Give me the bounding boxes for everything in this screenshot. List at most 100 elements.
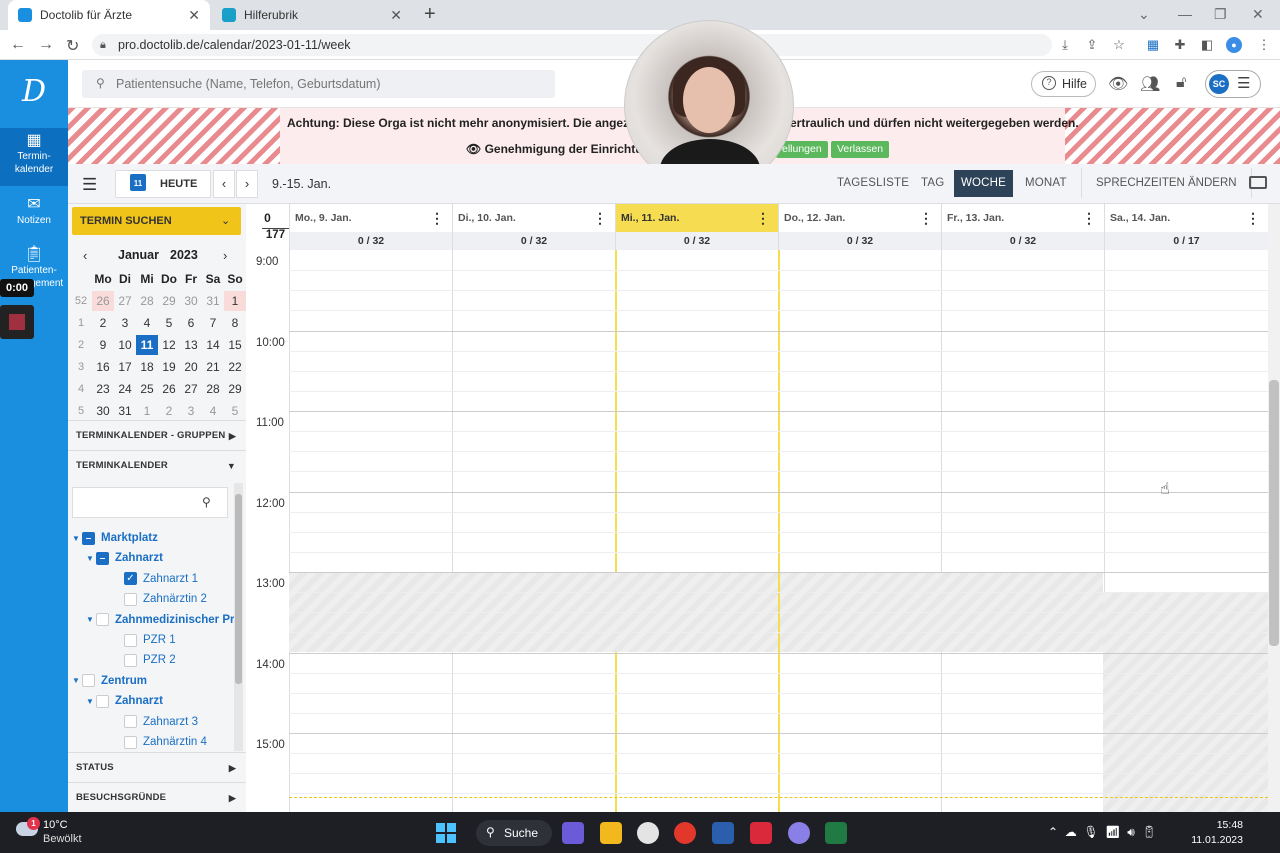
checkbox[interactable] [124,715,137,729]
next-week-button[interactable]: › [236,170,258,198]
forward-icon[interactable]: → [38,36,54,54]
day-header[interactable]: Mi., 11. Jan. ⋮ [615,204,778,232]
section-besuchsgruende[interactable]: BESUCHSGRÜNDE ▶ [68,782,246,812]
mini-calendar-day[interactable]: 9 [92,335,114,355]
calendar-tree-item[interactable]: PZR 2 [100,650,176,670]
new-tab-icon[interactable]: + [424,3,436,26]
more-options-icon[interactable]: ⋮ [756,204,770,232]
calendar-tree-item[interactable]: Zahnärztin 4 [100,732,207,752]
calendar-tree-item[interactable]: ▼ – Zahnarzt [86,548,163,568]
file-explorer-icon[interactable] [600,822,622,844]
chrome-icon[interactable] [674,822,696,844]
day-header[interactable]: Fr., 13. Jan. ⋮ [941,204,1104,232]
excel-icon[interactable] [825,822,847,844]
anydesk-icon[interactable] [750,822,772,844]
teams-icon[interactable] [562,822,584,844]
mini-calendar-day[interactable]: 19 [158,357,180,377]
mini-calendar-day[interactable]: 28 [202,379,224,399]
tree-scrollbar-thumb[interactable] [235,494,242,684]
profile-icon[interactable]: ● [1226,37,1242,53]
eye-icon[interactable]: 👁︎ [1108,74,1128,94]
mini-calendar-day[interactable]: 27 [180,379,202,399]
star-icon[interactable]: ☆ [1111,37,1127,53]
leave-button[interactable]: Verlassen [831,141,890,158]
install-icon[interactable]: ⤓ [1057,37,1073,53]
mini-calendar-day[interactable]: 28 [136,291,158,311]
mini-calendar-day[interactable]: 11 [136,335,158,355]
day-header[interactable]: Di., 10. Jan. ⋮ [452,204,615,232]
sprechzeiten-aendern-button[interactable]: SPRECHZEITEN ÄNDERN [1081,168,1252,198]
calendar-scrollbar-thumb[interactable] [1269,380,1279,646]
checkbox[interactable] [124,592,137,606]
day-header[interactable]: Sa., 14. Jan. ⋮ [1104,204,1268,232]
view-tagesliste[interactable]: TAGESLISTE [837,177,909,189]
monitor-icon[interactable] [1249,176,1267,189]
minimize-icon[interactable]: — [1178,6,1192,22]
mini-calendar-day[interactable]: 27 [114,291,136,311]
prev-week-button[interactable]: ‹ [213,170,235,198]
sidebar-item-terminkalender[interactable]: ▦ Termin- kalender [0,128,68,186]
checkbox[interactable]: ✓ [124,572,137,586]
mini-calendar-day[interactable]: 13 [180,335,202,355]
back-icon[interactable]: ← [10,36,26,54]
mini-calendar-day[interactable]: 18 [136,357,158,377]
chevron-down-icon[interactable]: ⌄ [1138,6,1150,23]
calendar-tree-item[interactable]: ▼ – Marktplatz [72,528,158,548]
checkbox[interactable] [82,674,95,688]
mini-calendar-day[interactable]: 1 [224,291,246,311]
mini-calendar-day[interactable]: 30 [180,291,202,311]
calendar-tree-item[interactable]: Zahnärztin 2 [100,589,207,609]
checkbox[interactable]: – [96,551,109,565]
view-monat[interactable]: MONAT [1025,177,1067,189]
mini-calendar-day[interactable]: 21 [202,357,224,377]
next-month-icon[interactable]: › [223,248,227,263]
mini-calendar-day[interactable]: 23 [92,379,114,399]
hamburger-menu-icon[interactable]: ☰ [82,175,97,195]
mini-calendar-day[interactable]: 12 [158,335,180,355]
mini-calendar-day[interactable]: 31 [202,291,224,311]
checkbox[interactable] [124,633,137,647]
mini-calendar-day[interactable]: 4 [136,313,158,333]
lock-icon[interactable]: 🔒︎ [100,39,106,52]
caret-down-icon[interactable]: ▼ [86,697,96,706]
lock-icon[interactable]: 🔓︎ [1176,74,1186,92]
mini-calendar-day[interactable]: 7 [202,313,224,333]
view-tag[interactable]: TAG [921,177,944,189]
weather-temperature[interactable]: 10°C [43,819,68,831]
mini-calendar-day[interactable]: 14 [202,335,224,355]
caret-down-icon[interactable]: ▼ [72,534,82,543]
mini-calendar-day[interactable]: 2 [158,401,180,421]
mini-calendar-day[interactable]: 5 [224,401,246,421]
mini-calendar-day[interactable]: 31 [114,401,136,421]
patient-search-input[interactable] [82,70,555,98]
mini-calendar-day[interactable]: 10 [114,335,136,355]
stop-recording-button[interactable] [0,305,34,339]
more-options-icon[interactable]: ⋮ [1246,204,1260,232]
view-woche[interactable]: WOCHE [954,170,1013,197]
close-tab-icon[interactable]: ✕ [188,7,200,24]
calendar-tree-item[interactable]: Zahnarzt 3 [100,712,198,732]
more-options-icon[interactable]: ⋮ [1082,204,1096,232]
mini-calendar-day[interactable]: 25 [136,379,158,399]
sidebar-item-notizen[interactable]: ✉ Notizen [0,196,68,227]
mini-calendar-day[interactable]: 2 [92,313,114,333]
sidepanel-icon[interactable]: ◧ [1199,37,1215,53]
checkbox[interactable] [96,694,109,708]
mini-calendar-day[interactable]: 17 [114,357,136,377]
mini-calendar-day[interactable]: 4 [202,401,224,421]
more-options-icon[interactable]: ⋮ [919,204,933,232]
doctolib-logo-icon[interactable]: D [14,72,54,112]
puzzle-icon[interactable]: ✚ [1172,37,1188,53]
slack-icon[interactable] [637,822,659,844]
calendar-tree-item[interactable]: ✓ Zahnarzt 1 [100,569,198,589]
mini-calendar-day[interactable]: 5 [158,313,180,333]
caret-down-icon[interactable]: ▼ [86,615,96,624]
calendar-tree-item[interactable]: ▼ Zahnarzt [86,691,163,711]
system-tray[interactable]: ⌃ ☁ 🎙︎ 📶︎ 🔊︎ 🔋︎ [1048,825,1157,840]
mini-calendar-day[interactable]: 22 [224,357,246,377]
users-icon[interactable]: 👥︎ [1140,74,1160,94]
help-button[interactable]: Hilfe [1031,71,1096,97]
more-options-icon[interactable]: ⋮ [593,204,607,232]
mini-calendar-day[interactable]: 1 [136,401,158,421]
mini-calendar-day[interactable]: 3 [180,401,202,421]
